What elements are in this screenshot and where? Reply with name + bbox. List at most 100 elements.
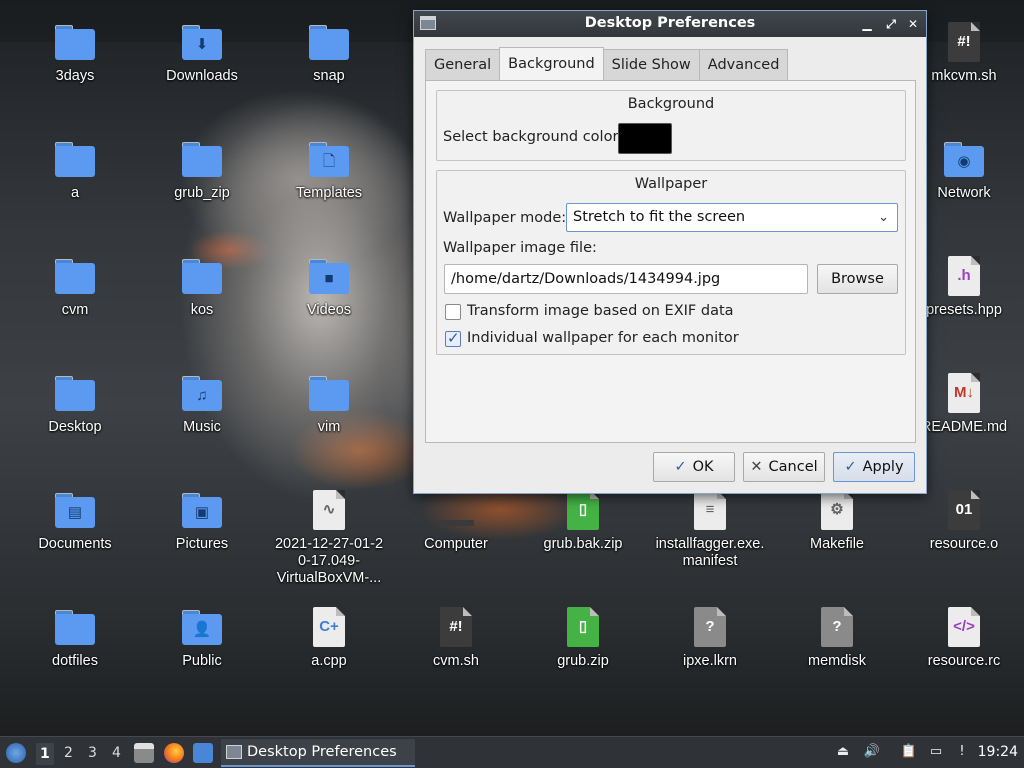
desktop-icon-grub-zip[interactable]: grub_zip bbox=[142, 139, 262, 202]
tab-general[interactable]: General bbox=[425, 49, 501, 80]
desktop-icon-downloads[interactable]: ⬇ Downloads bbox=[142, 22, 262, 85]
workspace-1[interactable]: 1 bbox=[36, 743, 54, 765]
desktop-icon-pictures[interactable]: ▣ Pictures bbox=[142, 490, 262, 553]
cancel-button-label: Cancel bbox=[768, 459, 818, 475]
desktop-icon-music[interactable]: ♫ Music bbox=[142, 373, 262, 436]
folder-icon bbox=[55, 256, 95, 296]
cancel-button[interactable]: ✕ Cancel bbox=[743, 452, 825, 482]
desktop-icon-kos[interactable]: kos bbox=[142, 256, 262, 319]
desktop-icon-label: Music bbox=[183, 419, 221, 435]
desktop-icon-label: grub_zip bbox=[174, 185, 230, 201]
desktop-icon-makefile[interactable]: ⚙ Makefile bbox=[777, 490, 897, 553]
desktop-icon-3days[interactable]: 3days bbox=[15, 22, 135, 85]
desktop-icon-resource-o[interactable]: 01 resource.o bbox=[904, 490, 1024, 553]
desktop-icon-desktop[interactable]: Desktop bbox=[15, 373, 135, 436]
desktop-icon-label: memdisk bbox=[807, 653, 866, 669]
desktop-icon-label: Documents bbox=[38, 536, 112, 552]
file-manager-launcher-icon[interactable] bbox=[134, 743, 154, 763]
workspace-3[interactable]: 3 bbox=[88, 745, 97, 761]
desktop-icon-label: Templates bbox=[295, 185, 363, 201]
desktop-icon-label: 3days bbox=[55, 68, 95, 84]
makefile-icon: ⚙ bbox=[817, 490, 857, 530]
per-monitor-wallpaper-checkbox[interactable] bbox=[445, 329, 461, 347]
desktop-icon-a-cpp[interactable]: C+ a.cpp bbox=[269, 607, 389, 670]
browse-button[interactable]: Browse bbox=[817, 264, 898, 294]
volume-icon[interactable]: 🔊 bbox=[863, 743, 881, 761]
taskbar-item-desktop-preferences[interactable]: Desktop Preferences bbox=[221, 739, 415, 767]
markdown-file-icon: M↓ bbox=[944, 373, 984, 413]
folder-icon: 🗋 bbox=[309, 139, 349, 179]
maximize-icon[interactable]: ⤢ bbox=[882, 15, 900, 33]
desktop-icon-snap[interactable]: snap bbox=[269, 22, 389, 85]
desktop-preferences-dialog: Desktop Preferences ▁ ⤢ ✕ General Backgr… bbox=[413, 10, 927, 494]
desktop-icon-templates[interactable]: 🗋 Templates bbox=[269, 139, 389, 202]
background-tab-panel: Background Select background color: Wall… bbox=[425, 80, 916, 443]
firefox-launcher-icon[interactable] bbox=[164, 743, 184, 763]
taskbar-item-label: Desktop Preferences bbox=[247, 744, 397, 760]
ok-button[interactable]: ✓ OK bbox=[653, 452, 735, 482]
desktop-icon-2021-12-27-01-2-0-17-049-virtualboxvm[interactable]: ∿ 2021-12-27-01-2 0-17.049-VirtualBoxVM-.… bbox=[269, 490, 389, 587]
clipboard-icon[interactable]: 📋 bbox=[900, 743, 918, 761]
desktop-icon-label: 2021-12-27-01-2 0-17.049-VirtualBoxVM-..… bbox=[274, 536, 384, 586]
dialog-titlebar[interactable]: Desktop Preferences ▁ ⤢ ✕ bbox=[414, 11, 926, 37]
background-group: Background Select background color: bbox=[436, 90, 906, 161]
tab-background[interactable]: Background bbox=[499, 47, 604, 80]
desktop-icon-installfagger-exe-manifest[interactable]: ≡ installfagger.exe. manifest bbox=[650, 490, 770, 570]
desktop-icon-vim[interactable]: vim bbox=[269, 373, 389, 436]
folder-icon: 👤 bbox=[182, 607, 222, 647]
desktop-icon-label: Computer bbox=[424, 536, 488, 552]
desktop-icon-a[interactable]: a bbox=[15, 139, 135, 202]
computer-icon bbox=[436, 490, 476, 530]
desktop-icon-label: grub.zip bbox=[557, 653, 609, 669]
desktop-icon-label: ipxe.lkrn bbox=[683, 653, 737, 669]
workspace-4[interactable]: 4 bbox=[112, 745, 121, 761]
desktop-icon-label: a.cpp bbox=[311, 653, 347, 669]
update-notification-icon[interactable]: ! bbox=[953, 743, 971, 761]
script-icon: #! bbox=[436, 607, 476, 647]
dialog-title: Desktop Preferences bbox=[584, 15, 756, 31]
desktop-icon-cvm[interactable]: cvm bbox=[15, 256, 135, 319]
show-desktop-icon[interactable] bbox=[193, 743, 213, 763]
desktop-icon-resource-rc[interactable]: </> resource.rc bbox=[904, 607, 1024, 670]
folder-icon bbox=[309, 22, 349, 62]
workspace-2[interactable]: 2 bbox=[64, 745, 73, 761]
header-file-icon: .h bbox=[944, 256, 984, 296]
tab-advanced[interactable]: Advanced bbox=[698, 49, 789, 80]
apply-button[interactable]: ✓ Apply bbox=[833, 452, 915, 482]
wallpaper-mode-select[interactable]: Stretch to fit the screen ⌄ bbox=[566, 203, 898, 232]
eject-icon[interactable]: ⏏ bbox=[834, 743, 852, 761]
desktop-icon-grub-zip[interactable]: ▯ grub.zip bbox=[523, 607, 643, 670]
desktop-icon-cvm-sh[interactable]: #! cvm.sh bbox=[396, 607, 516, 670]
desktop-icon-ipxe-lkrn[interactable]: ? ipxe.lkrn bbox=[650, 607, 770, 670]
desktop-icon-computer[interactable]: Computer bbox=[396, 490, 516, 553]
folder-icon bbox=[55, 139, 95, 179]
folder-icon: ▣ bbox=[182, 490, 222, 530]
tab-slide-show[interactable]: Slide Show bbox=[602, 49, 700, 80]
wallpaper-mode-label: Wallpaper mode: bbox=[443, 210, 567, 226]
start-menu-icon[interactable] bbox=[6, 743, 26, 763]
folder-icon bbox=[182, 256, 222, 296]
network-icon[interactable]: ▭ bbox=[927, 743, 945, 761]
desktop-icon-dotfiles[interactable]: dotfiles bbox=[15, 607, 135, 670]
wallpaper-file-input[interactable]: /home/dartz/Downloads/1434994.jpg bbox=[444, 264, 808, 294]
background-group-title: Background bbox=[627, 96, 715, 112]
desktop-icon-label: snap bbox=[313, 68, 345, 84]
desktop-icon-public[interactable]: 👤 Public bbox=[142, 607, 262, 670]
desktop-icon-grub-bak-zip[interactable]: ▯ grub.bak.zip bbox=[523, 490, 643, 553]
chevron-down-icon: ⌄ bbox=[878, 210, 889, 225]
folder-icon bbox=[309, 373, 349, 413]
close-icon[interactable]: ✕ bbox=[904, 15, 922, 33]
minimize-icon[interactable]: ▁ bbox=[858, 15, 876, 33]
background-color-button[interactable] bbox=[618, 123, 672, 154]
exif-transform-checkbox[interactable] bbox=[445, 304, 461, 320]
folder-icon: ⬇ bbox=[182, 22, 222, 62]
wallpaper-group: Wallpaper Wallpaper mode: Stretch to fit… bbox=[436, 170, 906, 355]
folder-icon bbox=[182, 139, 222, 179]
background-color-label: Select background color: bbox=[443, 129, 624, 145]
clock: 19:24 bbox=[977, 744, 1018, 760]
desktop-icon-memdisk[interactable]: ? memdisk bbox=[777, 607, 897, 670]
desktop-icon-videos[interactable]: ■ Videos bbox=[269, 256, 389, 319]
binary-file-icon: 01 bbox=[944, 490, 984, 530]
text-file-icon: ≡ bbox=[690, 490, 730, 530]
desktop-icon-documents[interactable]: ▤ Documents bbox=[15, 490, 135, 553]
